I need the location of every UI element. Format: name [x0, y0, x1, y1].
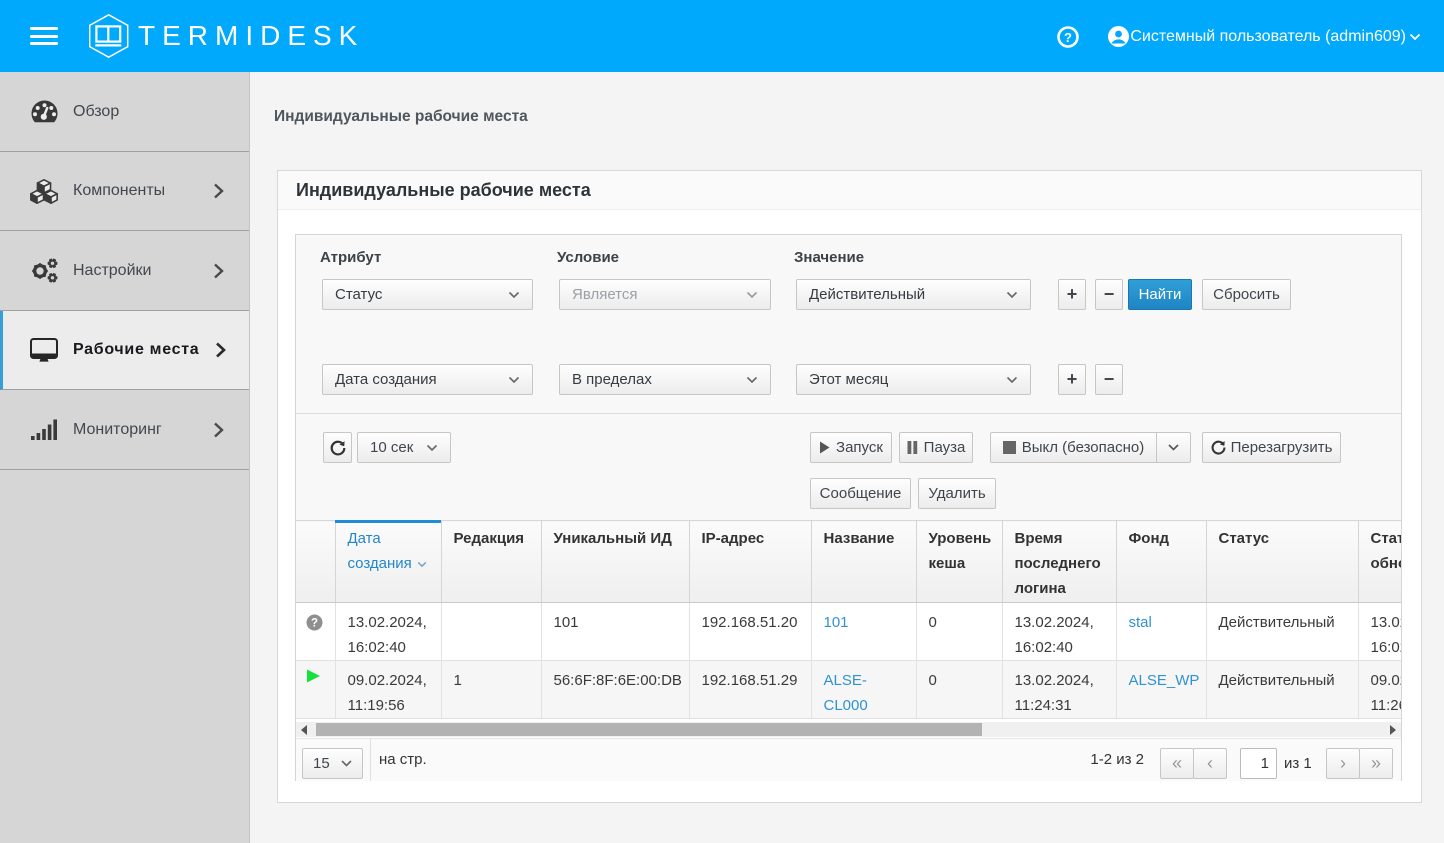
svg-text:?: ? [311, 618, 318, 630]
svg-text:?: ? [1064, 30, 1072, 45]
